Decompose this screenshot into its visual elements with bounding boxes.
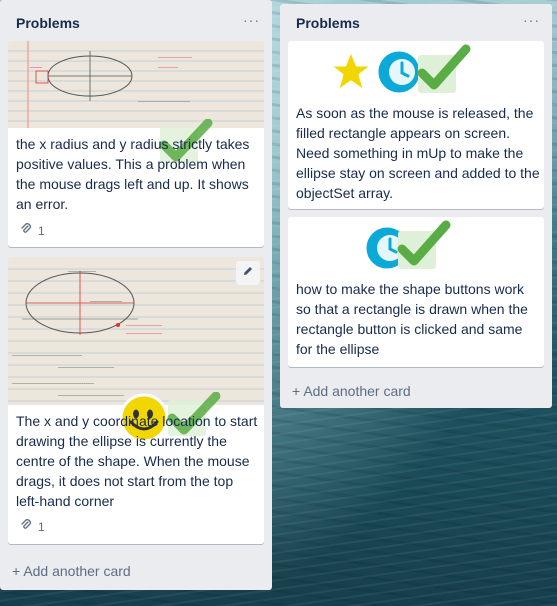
svg-text:------------------------------: ----------------------------------------…: [12, 381, 94, 387]
svg-text:----------------: ----------------: [90, 299, 122, 305]
list-menu-button[interactable]: ···: [243, 12, 260, 28]
svg-text:------: ------: [30, 65, 42, 71]
svg-text:------------------: ------------------: [126, 331, 162, 337]
add-card-button[interactable]: + Add another card: [12, 563, 131, 579]
list-menu-button[interactable]: ···: [523, 12, 540, 28]
svg-text:----------: ----------: [158, 65, 178, 71]
list-title[interactable]: Problems: [16, 15, 80, 31]
attachment-count: 1: [38, 519, 45, 534]
card-xy-coordinate[interactable]: -------------- ---------------- ---------…: [8, 257, 264, 544]
svg-text:----------------------------: ----------------------------: [58, 365, 114, 371]
card-description: As soon as the mouse is released, the fi…: [296, 105, 540, 201]
check-icon: [394, 219, 452, 278]
card-mouse-release[interactable]: As soon as the mouse is released, the fi…: [288, 41, 544, 209]
card-cover-image: ----------------- ---------- ------------…: [8, 41, 264, 128]
card-description: The x and y coordinate location to start…: [16, 413, 258, 509]
list-title[interactable]: Problems: [296, 15, 360, 31]
card-description: how to make the shape buttons work so th…: [296, 281, 528, 357]
svg-text:-----------------: -----------------: [158, 55, 192, 61]
attachment-count: 1: [38, 223, 45, 238]
add-card-label: Add another card: [23, 563, 131, 579]
star-icon: [326, 47, 376, 102]
plus-icon: +: [12, 563, 21, 579]
add-card-button[interactable]: + Add another card: [292, 383, 411, 399]
check-icon: [414, 43, 472, 102]
add-card-label: Add another card: [303, 383, 411, 399]
attachment-badge: 1: [20, 519, 45, 534]
pencil-icon: [242, 264, 254, 282]
card-cover-image: -------------- ---------------- ---------…: [8, 257, 264, 405]
plus-icon: +: [292, 383, 301, 399]
svg-text:--------------: --------------: [68, 269, 96, 275]
paperclip-icon: [20, 223, 32, 238]
card-shape-buttons[interactable]: how to make the shape buttons work so th…: [288, 217, 544, 367]
edit-card-button[interactable]: [236, 261, 260, 285]
svg-text:------------------------------: -----------------------------------: [12, 353, 82, 359]
card-xy-radius[interactable]: ----------------- ---------- ------------…: [8, 41, 264, 247]
paperclip-icon: [20, 519, 32, 534]
card-description: the x radius and y radius strictly takes…: [16, 136, 250, 212]
list-problems-left: Problems ··· ----------------- ----------…: [0, 0, 272, 590]
svg-text:------------------------------: ---------------------------------: [58, 393, 124, 399]
attachment-badge: 1: [20, 223, 45, 238]
svg-text:------------------: ------------------: [126, 323, 162, 329]
list-problems-right: Problems ··· As soon as the mouse is rel…: [280, 4, 552, 408]
svg-text:--------------------------: --------------------------: [138, 99, 190, 105]
